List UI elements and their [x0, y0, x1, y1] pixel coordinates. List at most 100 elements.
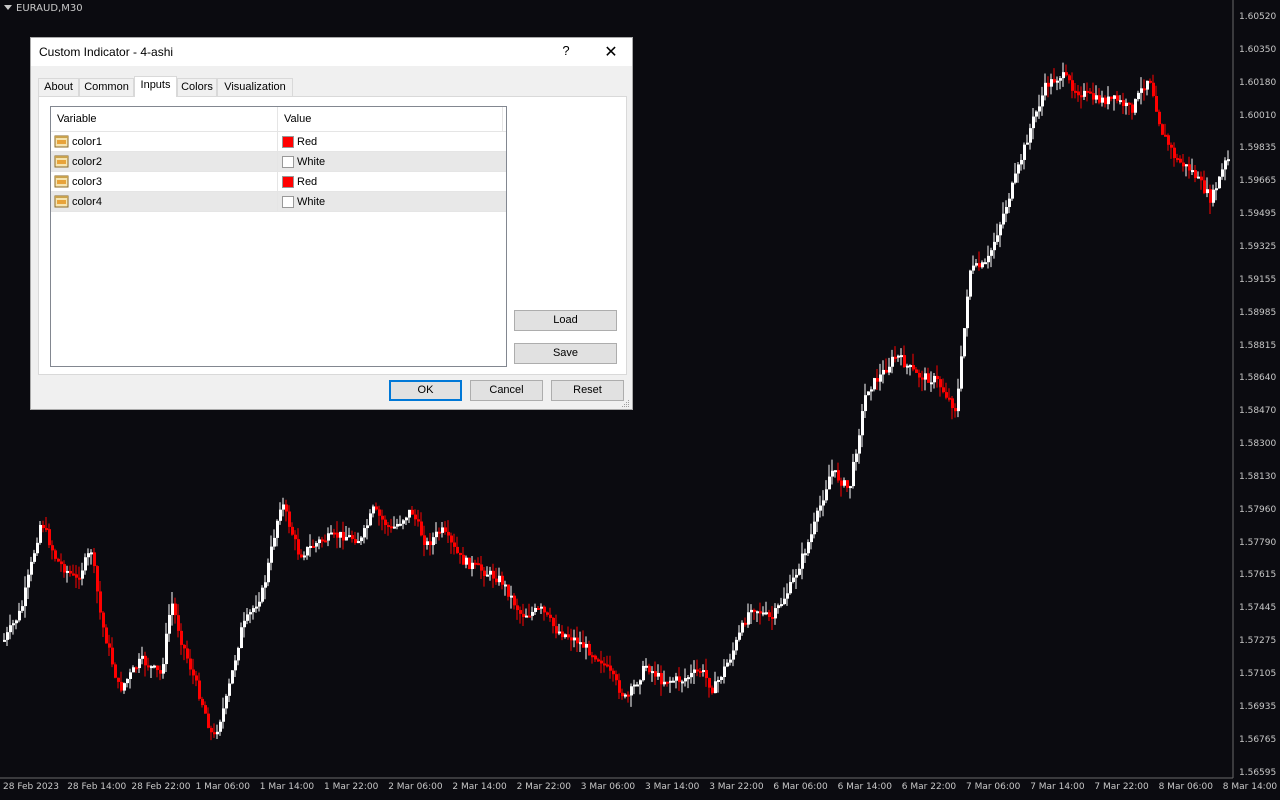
price-tick-label: 1.56935	[1239, 701, 1277, 712]
candle-body	[306, 546, 309, 556]
candle-body	[237, 648, 240, 661]
candle-body	[219, 721, 222, 732]
candle-body	[426, 541, 429, 545]
candle-body	[783, 598, 786, 605]
candle-body	[597, 659, 600, 662]
candle-body	[51, 545, 54, 551]
candle-body	[378, 509, 381, 516]
tab-about[interactable]: About	[38, 78, 79, 96]
color-swatch[interactable]	[282, 176, 294, 188]
color-swatch[interactable]	[282, 136, 294, 148]
candle-body	[579, 642, 582, 645]
candle-body	[933, 375, 936, 383]
candle-body	[525, 615, 528, 618]
candle-body	[1182, 162, 1185, 167]
candle-body	[333, 532, 336, 535]
variable-icon	[54, 155, 69, 168]
candle-body	[1131, 104, 1134, 113]
table-row[interactable]: color3 Red	[51, 172, 506, 192]
help-button[interactable]: ?	[559, 43, 573, 58]
chart-symbol-label[interactable]: EURAUD,M30	[4, 3, 83, 14]
table-row[interactable]: color2 White	[51, 152, 506, 172]
price-tick-label: 1.59155	[1239, 274, 1277, 285]
candle-body	[1218, 176, 1221, 189]
reset-button[interactable]: Reset	[551, 380, 624, 401]
save-button[interactable]: Save	[514, 343, 617, 364]
candle-body	[750, 609, 753, 613]
price-tick-label: 1.60350	[1239, 44, 1277, 55]
header-variable[interactable]: Variable	[51, 107, 277, 131]
candle-body	[615, 674, 618, 681]
candle-body	[537, 607, 540, 610]
candle-body	[810, 534, 813, 543]
candle-body	[531, 611, 534, 616]
price-tick-label: 1.57445	[1239, 603, 1277, 614]
column-divider	[277, 192, 278, 212]
candle-body	[1005, 207, 1008, 214]
inputs-panel: Variable Value color1 Red color2 White c…	[38, 96, 627, 375]
candle-body	[480, 564, 483, 571]
candle-body	[786, 593, 789, 599]
candle-body	[543, 606, 546, 613]
chevron-down-icon[interactable]	[4, 5, 12, 10]
table-row[interactable]: color1 Red	[51, 132, 506, 152]
color-swatch[interactable]	[282, 196, 294, 208]
tab-visualization[interactable]: Visualization	[217, 78, 293, 96]
candle-body	[477, 563, 480, 566]
variable-value[interactable]: Red	[297, 172, 317, 192]
candle-body	[972, 265, 975, 271]
candle-body	[1158, 111, 1161, 125]
tab-common[interactable]: Common	[79, 78, 134, 96]
candle-body	[450, 535, 453, 543]
candle-body	[621, 692, 624, 697]
time-tick-label: 8 Mar 06:00	[1158, 782, 1213, 792]
dialog-titlebar[interactable]: Custom Indicator - 4-ashi ? ✕	[31, 38, 632, 66]
candle-body	[645, 665, 648, 668]
candle-body	[1089, 91, 1092, 94]
candle-body	[216, 731, 219, 735]
candle-body	[528, 615, 531, 618]
variable-value[interactable]: White	[297, 192, 325, 212]
candle-body	[354, 539, 357, 543]
candle-body	[381, 515, 384, 520]
candle-body	[954, 408, 957, 412]
candle-body	[555, 626, 558, 634]
table-row[interactable]: color4 White	[51, 192, 506, 212]
candle-body	[126, 678, 129, 684]
candle-body	[642, 665, 645, 681]
ok-button[interactable]: OK	[389, 380, 462, 401]
variable-value[interactable]: White	[297, 152, 325, 172]
variable-value[interactable]: Red	[297, 132, 317, 152]
tab-colors[interactable]: Colors	[177, 78, 217, 96]
header-value[interactable]: Value	[278, 107, 502, 131]
candle-body	[936, 375, 939, 380]
candle-body	[951, 398, 954, 409]
candle-body	[843, 480, 846, 486]
candle-body	[660, 672, 663, 685]
candle-body	[87, 553, 90, 558]
load-button[interactable]: Load	[514, 310, 617, 331]
candle-body	[1116, 95, 1119, 101]
candle-body	[729, 659, 732, 663]
candle-body	[834, 470, 837, 473]
tab-inputs[interactable]: Inputs	[134, 76, 177, 97]
cancel-button[interactable]: Cancel	[470, 380, 543, 401]
candle-body	[1149, 80, 1152, 83]
candle-body	[957, 388, 960, 412]
inputs-grid[interactable]: Variable Value color1 Red color2 White c…	[50, 106, 507, 367]
candle-body	[930, 382, 933, 385]
candle-body	[870, 389, 873, 392]
candle-body	[1167, 135, 1170, 145]
header-divider[interactable]	[502, 107, 503, 131]
candle-body	[234, 660, 237, 671]
color-swatch[interactable]	[282, 156, 294, 168]
candle-body	[1176, 158, 1179, 161]
candle-body	[228, 683, 231, 696]
candle-body	[393, 526, 396, 529]
candle-body	[1023, 144, 1026, 160]
close-button[interactable]: ✕	[603, 42, 619, 61]
candle-body	[573, 637, 576, 641]
resize-grip-icon[interactable]	[621, 399, 630, 408]
candle-body	[351, 535, 354, 540]
candle-body	[630, 686, 633, 696]
